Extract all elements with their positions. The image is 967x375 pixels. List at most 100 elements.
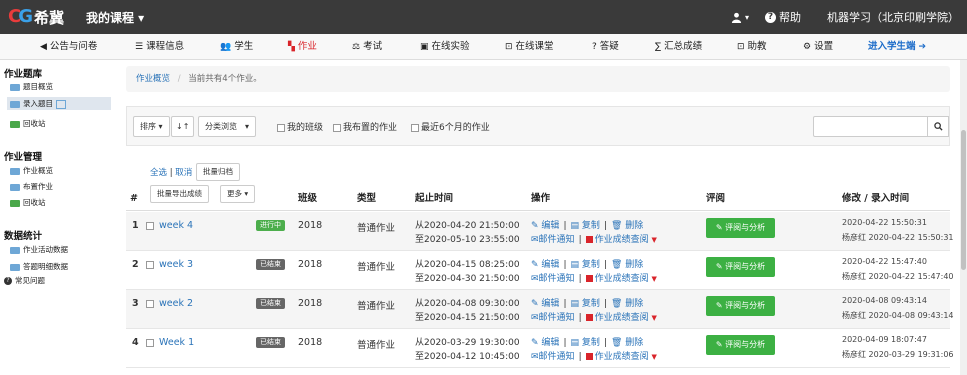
pencil-icon: ✎ xyxy=(715,301,723,310)
nav-course-info[interactable]: ☰ 课程信息 xyxy=(135,34,184,60)
class-year: 2018 xyxy=(298,337,323,348)
search-input[interactable] xyxy=(813,116,928,137)
row-checkbox[interactable] xyxy=(146,221,154,230)
help-link[interactable]: ? 帮助 xyxy=(765,9,801,25)
nav-settings[interactable]: ⚙ 设置 xyxy=(803,34,833,60)
checkbox[interactable] xyxy=(411,123,419,132)
my-courses-menu[interactable]: 我的课程 ▾ xyxy=(86,9,144,26)
row-number: 4 xyxy=(132,337,139,348)
nav-students[interactable]: 👥 学生 xyxy=(220,34,253,60)
evaluate-label: 评阅与分析 xyxy=(725,340,766,349)
batch-archive-button[interactable]: 批量归档 xyxy=(196,163,240,181)
sidebar-item-faq[interactable]: ? 常见问题 xyxy=(4,274,45,287)
end-time: 至2020-04-12 10:45:00 xyxy=(415,352,520,362)
user-menu[interactable]: ▾ xyxy=(731,12,749,23)
col-header-time: 起止时间 xyxy=(415,193,454,204)
copy-link[interactable]: ▤ 复制 xyxy=(570,338,599,348)
homework-name: week 3 xyxy=(159,259,194,270)
sidebar-item-recycle-bin-1[interactable]: 回收站 xyxy=(10,117,46,130)
table-row: 1 week 4 进行中 2018 普通作业 从2020-04-20 21:50… xyxy=(126,212,954,251)
nav-homework[interactable]: ▚ 作业 xyxy=(288,34,317,60)
filter-my-class[interactable]: 我的班级 xyxy=(277,120,323,133)
evaluate-button[interactable]: ✎ 评阅与分析 xyxy=(706,296,775,316)
sidebar-item-homework-overview[interactable]: 作业概览 xyxy=(10,164,53,177)
nav-announcements[interactable]: ◀ 公告与问卷 xyxy=(40,34,97,60)
mail-link[interactable]: ✉邮件通知 xyxy=(531,235,575,245)
batch-export-grades-button[interactable]: 批量导出成绩 xyxy=(150,185,209,203)
nav-grade-summary[interactable]: ∑ 汇总成绩 xyxy=(655,34,702,60)
filter-my-assigned[interactable]: 我布置的作业 xyxy=(333,120,397,133)
current-course-title[interactable]: 机器学习（北京印刷学院） xyxy=(827,9,959,25)
breadcrumb-link[interactable]: 作业概览 xyxy=(136,74,170,84)
nav-student-view[interactable]: 进入学生端 ➔ xyxy=(868,34,926,60)
evaluate-button[interactable]: ✎ 评阅与分析 xyxy=(706,335,775,355)
copy-link[interactable]: ▤ 复制 xyxy=(570,221,599,231)
sort-dropdown[interactable]: 排序 ▾ xyxy=(133,116,170,137)
edit-link[interactable]: ✎ 编辑 xyxy=(531,260,559,270)
folder-icon xyxy=(10,167,20,175)
sort-order-button[interactable]: ↓↑ xyxy=(171,116,195,137)
grades-link[interactable]: 作业成绩查阅 ▼ xyxy=(585,313,657,323)
scrollbar-thumb[interactable] xyxy=(961,130,966,270)
search-button[interactable] xyxy=(927,116,949,137)
grades-label: 作业成绩查阅 xyxy=(594,352,649,362)
nav-online-class[interactable]: ⊡ 在线课堂 xyxy=(505,34,554,60)
grades-icon xyxy=(585,353,593,360)
class-year: 2018 xyxy=(298,259,323,270)
edit-link[interactable]: ✎ 编辑 xyxy=(531,338,559,348)
grades-link[interactable]: 作业成绩查阅 ▼ xyxy=(585,352,657,362)
sidebar-item-recycle-bin-2[interactable]: 回收站 xyxy=(10,196,46,209)
col-header-modified: 修改 / 录入时间 xyxy=(842,193,910,204)
sidebar-item-enter-question[interactable]: 录入题目 xyxy=(7,97,111,110)
copy-label: 复制 xyxy=(581,260,600,270)
created-by-time: 杨彦红 2020-03-29 19:31:06 xyxy=(842,350,954,359)
mail-link[interactable]: ✉邮件通知 xyxy=(531,313,575,323)
sidebar-item-label: 题目概览 xyxy=(23,82,53,91)
checkbox[interactable] xyxy=(277,123,285,132)
edit-link[interactable]: ✎ 编辑 xyxy=(531,221,559,231)
select-all-link[interactable]: 全选 xyxy=(150,168,167,178)
logo-text: 希冀 xyxy=(34,8,65,27)
copy-link[interactable]: ▤ 复制 xyxy=(570,299,599,309)
delete-link[interactable]: 🗑 删除 xyxy=(611,338,643,348)
delete-link[interactable]: 🗑 删除 xyxy=(611,260,643,270)
sidebar-item-answer-detail-data[interactable]: 答题明细数据 xyxy=(10,260,68,273)
checkbox-label: 我布置的作业 xyxy=(343,123,398,133)
nav-assistant[interactable]: ⊡ 助教 xyxy=(737,34,767,60)
category-dropdown[interactable]: 分类浏览 ▾ xyxy=(198,116,257,137)
grades-link[interactable]: 作业成绩查阅 ▼ xyxy=(585,235,657,245)
evaluate-button[interactable]: ✎ 评阅与分析 xyxy=(706,218,775,238)
nav-label: 汇总成绩 xyxy=(664,41,703,52)
page-scrollbar[interactable] xyxy=(960,60,967,375)
mail-link[interactable]: ✉邮件通知 xyxy=(531,274,575,284)
delete-link[interactable]: 🗑 删除 xyxy=(611,221,643,231)
checkbox[interactable] xyxy=(333,123,341,132)
filter-recent-6-months[interactable]: 最近6个月的作业 xyxy=(411,120,490,133)
caret-down-icon: ▼ xyxy=(651,353,657,361)
edit-link[interactable]: ✎ 编辑 xyxy=(531,299,559,309)
homework-name-link[interactable]: week 2 xyxy=(146,298,193,309)
sidebar-item-activity-data[interactable]: 作业活动数据 xyxy=(10,243,68,256)
trash-icon: 🗑 xyxy=(610,260,623,270)
evaluate-button[interactable]: ✎ 评阅与分析 xyxy=(706,257,775,277)
nav-online-lab[interactable]: ▣ 在线实验 xyxy=(420,34,470,60)
more-dropdown[interactable]: 更多 ▾ xyxy=(220,185,256,203)
logo[interactable]: CG 希冀 xyxy=(8,6,64,28)
row-checkbox[interactable] xyxy=(146,260,154,269)
grades-link[interactable]: 作业成绩查阅 ▼ xyxy=(585,274,657,284)
row-checkbox[interactable] xyxy=(146,338,154,347)
edit-icon: ✎ xyxy=(531,299,539,309)
modified-time: 2020-04-08 09:43:14 xyxy=(842,296,927,305)
homework-name-link[interactable]: week 3 xyxy=(146,259,193,270)
homework-name-link[interactable]: Week 1 xyxy=(146,337,194,348)
homework-name-link[interactable]: week 4 xyxy=(146,220,193,231)
delete-link[interactable]: 🗑 删除 xyxy=(611,299,643,309)
sidebar-item-assign-homework[interactable]: 布置作业 xyxy=(10,180,53,193)
row-checkbox[interactable] xyxy=(146,299,154,308)
mail-link[interactable]: ✉邮件通知 xyxy=(531,352,575,362)
nav-qa[interactable]: ? 答疑 xyxy=(592,34,619,60)
sidebar-item-question-overview[interactable]: 题目概览 xyxy=(10,80,53,93)
copy-link[interactable]: ▤ 复制 xyxy=(570,260,599,270)
nav-exam[interactable]: ⚖ 考试 xyxy=(352,34,382,60)
deselect-link[interactable]: 取消 xyxy=(175,168,192,178)
